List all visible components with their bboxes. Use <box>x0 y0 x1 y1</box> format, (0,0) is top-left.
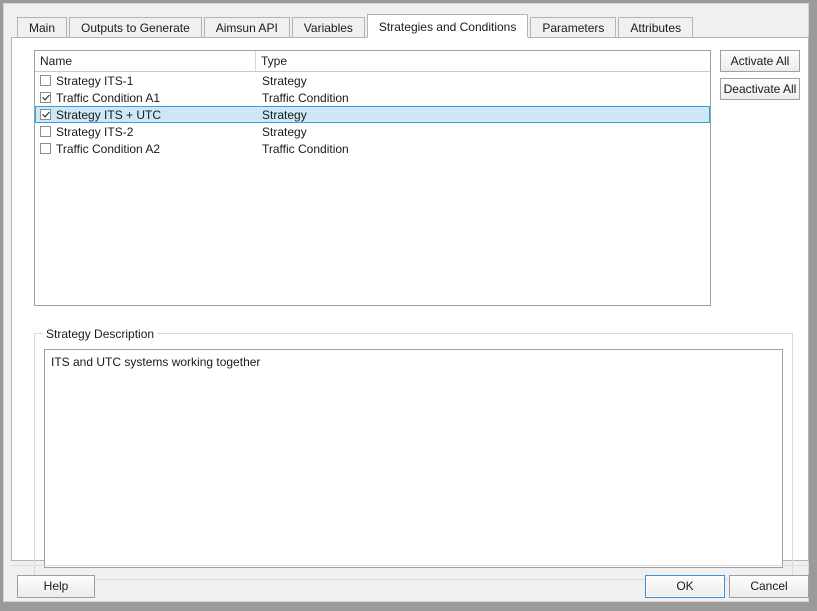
cancel-button[interactable]: Cancel <box>729 575 809 598</box>
strategy-description-title: Strategy Description <box>43 327 157 341</box>
activate-all-button[interactable]: Activate All <box>720 50 800 72</box>
help-button[interactable]: Help <box>17 575 95 598</box>
cell-type: Traffic Condition <box>257 142 709 156</box>
strategy-description-text: ITS and UTC systems working together <box>45 350 782 374</box>
tab-bar: Main Outputs to Generate Aimsun API Vari… <box>17 14 797 38</box>
tab-attributes[interactable]: Attributes <box>618 17 693 38</box>
table-row[interactable]: Traffic Condition A2 Traffic Condition <box>35 140 710 157</box>
dialog-frame: Main Outputs to Generate Aimsun API Vari… <box>3 3 809 602</box>
column-header-name[interactable]: Name <box>35 51 256 71</box>
tab-parameters[interactable]: Parameters <box>530 17 616 38</box>
cell-type: Strategy <box>257 74 709 88</box>
table-row[interactable]: Traffic Condition A1 Traffic Condition <box>35 89 710 106</box>
row-checkbox[interactable] <box>40 143 51 154</box>
row-checkbox[interactable] <box>40 75 51 86</box>
dialog-window: Main Outputs to Generate Aimsun API Vari… <box>0 0 817 611</box>
tab-variables[interactable]: Variables <box>292 17 365 38</box>
table-row[interactable]: Strategy ITS-1 Strategy <box>35 72 710 89</box>
row-name-label: Strategy ITS-1 <box>56 74 133 88</box>
row-name-label: Strategy ITS-2 <box>56 125 133 139</box>
tab-outputs-to-generate[interactable]: Outputs to Generate <box>69 17 202 38</box>
cell-type: Traffic Condition <box>257 91 709 105</box>
cell-type: Strategy <box>257 108 709 122</box>
tab-strategies-and-conditions[interactable]: Strategies and Conditions <box>367 14 528 38</box>
tab-panel-strategies-and-conditions: Name Type Strategy ITS-1 Strategy <box>11 37 809 561</box>
tab-main[interactable]: Main <box>17 17 67 38</box>
cell-name: Strategy ITS-2 <box>36 125 257 139</box>
cell-name: Strategy ITS-1 <box>36 74 257 88</box>
cell-name: Traffic Condition A2 <box>36 142 257 156</box>
cell-name: Strategy ITS + UTC <box>36 108 257 122</box>
deactivate-all-button[interactable]: Deactivate All <box>720 78 800 100</box>
table-header-row: Name Type <box>35 51 710 72</box>
row-name-label: Traffic Condition A1 <box>56 91 160 105</box>
row-name-label: Strategy ITS + UTC <box>56 108 161 122</box>
tab-aimsun-api[interactable]: Aimsun API <box>204 17 290 38</box>
table-body: Strategy ITS-1 Strategy Traffic Conditio… <box>35 72 710 157</box>
ok-button[interactable]: OK <box>645 575 725 598</box>
footer-divider <box>11 565 809 566</box>
row-checkbox[interactable] <box>40 92 51 103</box>
strategy-description-textarea[interactable]: ITS and UTC systems working together <box>44 349 783 568</box>
table-row[interactable]: Strategy ITS-2 Strategy <box>35 123 710 140</box>
column-header-type[interactable]: Type <box>256 51 710 71</box>
strategy-description-group: Strategy Description ITS and UTC systems… <box>34 333 793 580</box>
row-checkbox[interactable] <box>40 126 51 137</box>
row-checkbox[interactable] <box>40 109 51 120</box>
cell-type: Strategy <box>257 125 709 139</box>
cell-name: Traffic Condition A1 <box>36 91 257 105</box>
strategies-table[interactable]: Name Type Strategy ITS-1 Strategy <box>34 50 711 306</box>
row-name-label: Traffic Condition A2 <box>56 142 160 156</box>
table-row-selected[interactable]: Strategy ITS + UTC Strategy <box>35 106 710 123</box>
